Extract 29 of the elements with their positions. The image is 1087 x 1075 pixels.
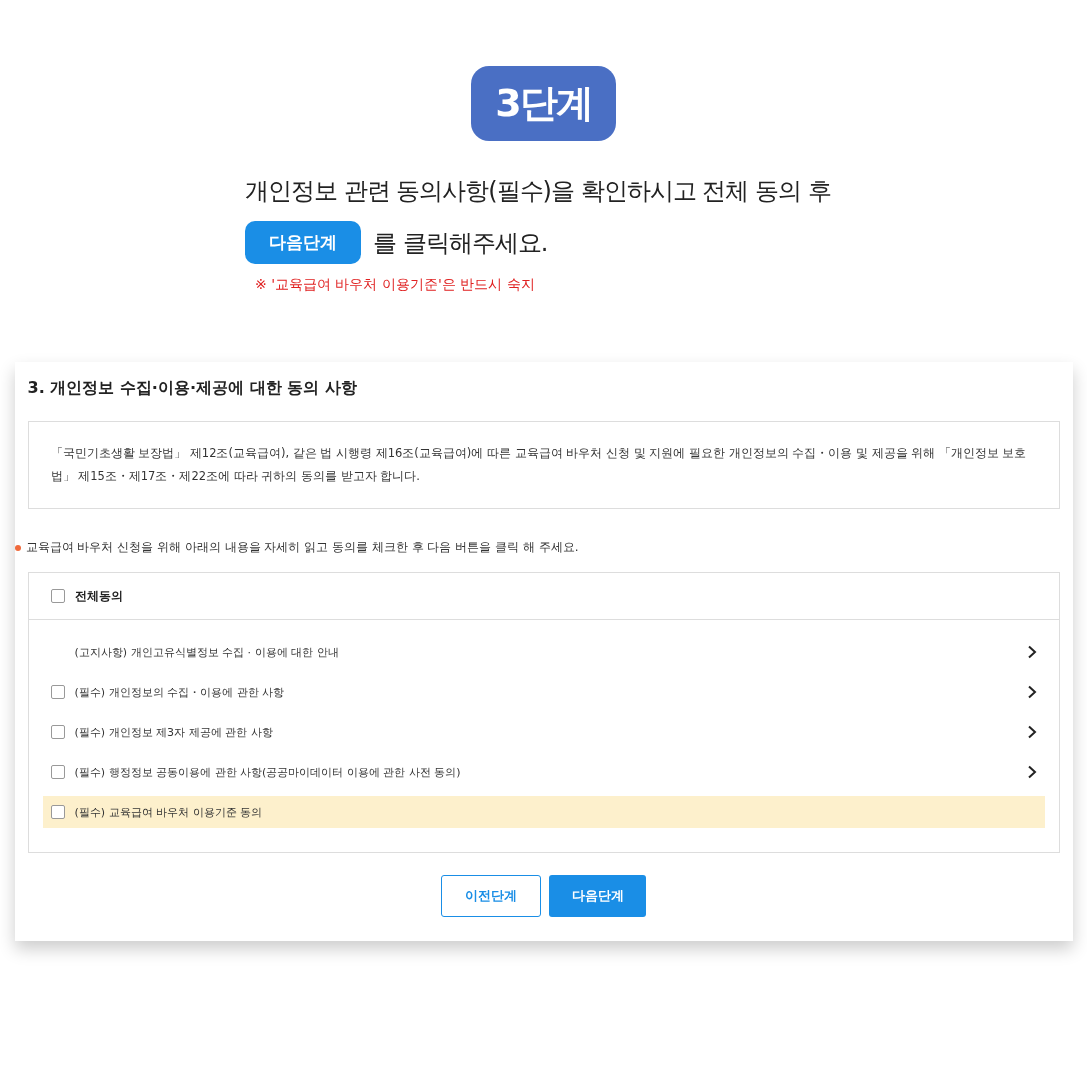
- section-title: 3. 개인정보 수집·이용·제공에 대한 동의 사항: [27, 378, 358, 399]
- agreement-row[interactable]: (필수) 행정정보 공동이용에 관한 사항(공공마이데이터 이용에 관한 사전 동의): [42, 752, 1045, 792]
- instruction-text: 개인정보 관련 동의사항(필수)을 확인하시고 전체 동의 후: [245, 176, 831, 207]
- checkbox[interactable]: [50, 725, 65, 739]
- agreement-label: (필수) 개인정보의 수집・이용에 관한 사항: [74, 684, 286, 700]
- step-badge: 3단계: [471, 66, 616, 141]
- bullet-icon: [14, 544, 21, 551]
- agree-all-label: 전체동의: [74, 587, 123, 605]
- instruction-text: 를 클릭해주세요.: [373, 227, 548, 259]
- description-text: 「국민기초생활 보장법」 제12조(교육급여), 같은 법 시행령 제16조(교육급여)에 따른 교육급여 바우처 신청 및 지원에 필요한 개인정보의 수집・이용 및 제공을 위해 「개인정보 보호법」 제15조・제17조・제22조에 따라 귀하의 동의를 받고자 합니다.: [27, 421, 1060, 509]
- agreement-label: (필수) 개인정보 제3자 제공에 관한 사항: [74, 724, 274, 740]
- checkbox[interactable]: [50, 685, 65, 699]
- agreement-label: (필수) 행정정보 공동이용에 관한 사항(공공마이데이터 이용에 관한 사전 동의): [74, 764, 462, 780]
- highlighted-row[interactable]: (필수) 교육급여 바우처 이용기준 동의: [42, 796, 1045, 828]
- guide-text: 교육급여 바우처 신청을 위해 아래의 내용을 자세히 읽고 동의를 체크한 후 다음 버튼을 클릭 해 주세요.: [25, 539, 579, 556]
- agreement-row[interactable]: (고지사항) 개인고유식별정보 수집 · 이용에 대한 안내: [42, 632, 1045, 672]
- agreement-label: (고지사항) 개인고유식별정보 수집 · 이용에 대한 안내: [74, 644, 340, 660]
- agreement-row[interactable]: (필수) 개인정보 제3자 제공에 관한 사항: [42, 712, 1045, 752]
- chevron-right-icon[interactable]: [1026, 765, 1037, 779]
- chevron-right-icon[interactable]: [1026, 725, 1037, 739]
- warning-note: ※ '교육급여 바우처 이용기준'은 반드시 숙지: [255, 276, 536, 294]
- checkbox[interactable]: [50, 765, 65, 779]
- checkbox[interactable]: [50, 589, 65, 603]
- next-step-label: 다음단계: [245, 221, 361, 264]
- agreement-row[interactable]: (필수) 개인정보의 수집・이용에 관한 사항: [42, 672, 1045, 712]
- chevron-right-icon[interactable]: [1026, 685, 1037, 699]
- checkbox[interactable]: [50, 805, 65, 819]
- agreement-label: (필수) 교육급여 바우처 이용기준 동의: [74, 804, 264, 820]
- chevron-right-icon[interactable]: [1026, 645, 1037, 659]
